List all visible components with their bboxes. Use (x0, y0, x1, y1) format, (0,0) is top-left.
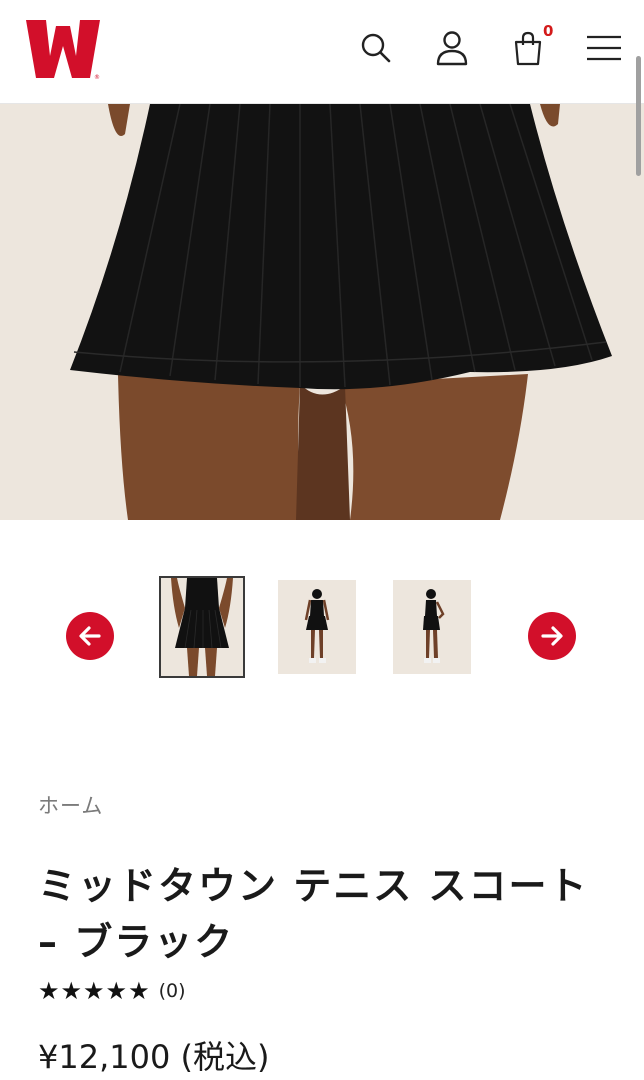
hamburger-menu-icon[interactable] (584, 26, 624, 70)
image-gallery-thumbnails (0, 560, 644, 700)
user-icon[interactable] (432, 26, 472, 70)
gallery-prev-button[interactable] (66, 612, 114, 660)
page-scrollbar[interactable] (636, 56, 641, 176)
wilson-logo[interactable]: ® (24, 16, 102, 82)
svg-text:®: ® (94, 74, 100, 81)
product-price: ¥12,100 (税込) (38, 1038, 270, 1076)
product-title: ミッドタウン テニス スコート – ブラック (38, 864, 589, 964)
arrow-right-icon (541, 626, 563, 646)
thumbnail-2[interactable] (278, 580, 356, 674)
search-icon[interactable] (356, 26, 396, 70)
star-rating-icons: ★★★★★ (38, 977, 151, 1005)
breadcrumb-home-link[interactable]: ホーム (38, 790, 103, 820)
site-header: ® 0 (0, 0, 644, 104)
thumbnail-1[interactable] (159, 576, 245, 678)
gallery-next-button[interactable] (528, 612, 576, 660)
product-rating[interactable]: ★★★★★ (0) (38, 976, 186, 1006)
thumbnail-3[interactable] (393, 580, 471, 674)
shopping-bag-icon[interactable] (508, 26, 548, 70)
review-count[interactable]: (0) (159, 980, 186, 1002)
cart-count-badge: 0 (543, 22, 554, 40)
main-product-image[interactable] (0, 104, 644, 520)
arrow-left-icon (79, 626, 101, 646)
